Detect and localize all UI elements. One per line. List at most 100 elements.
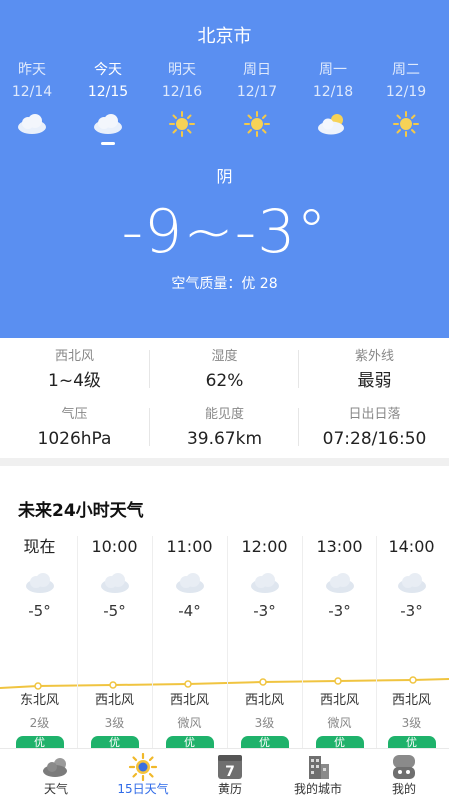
column-divider	[152, 536, 153, 750]
air-quality[interactable]: 空气质量：优 28	[0, 273, 449, 293]
hour-time: 13:00	[316, 537, 363, 556]
hour-temp: -3°	[328, 602, 351, 620]
divider	[298, 350, 299, 388]
day-name: 昨天	[18, 62, 46, 78]
tab-label: 我的城市	[293, 782, 342, 796]
tab-my-city[interactable]: 我的城市	[276, 753, 360, 800]
day-date: 12/14	[11, 84, 53, 100]
metric-sunrise-sunset: 日出日落 07:28/16:50	[300, 398, 449, 456]
day-date: 12/15	[87, 84, 129, 100]
day-tab-tuesday[interactable]: 周二 12/19	[369, 60, 443, 138]
hour-wind-level: 2级	[29, 716, 50, 730]
cloud-icon	[325, 573, 354, 593]
tab-me[interactable]: 我的	[362, 753, 446, 800]
day-name: 周一	[319, 62, 347, 78]
day-date: 12/16	[161, 84, 203, 100]
tab-label: 我的	[391, 782, 416, 796]
day-name: 今天	[94, 62, 122, 78]
hour-time: 14:00	[388, 537, 435, 556]
day-tab-today[interactable]: 今天 12/15	[71, 60, 145, 145]
column-divider	[376, 536, 377, 750]
sun-icon	[393, 111, 419, 137]
tab-weather[interactable]: 天气	[14, 753, 98, 800]
cloud-icon	[175, 573, 204, 593]
hour-wind: 西北风	[244, 693, 284, 708]
tab-15-day[interactable]: 15日天气	[101, 753, 185, 800]
day-tab-tomorrow[interactable]: 明天 12/16	[145, 60, 219, 138]
weather-header: 北京市 昨天 12/14 今天 12/15 明天 12/16 周日 12/17 …	[0, 0, 449, 338]
city-name[interactable]: 北京市	[0, 22, 449, 48]
cloud-icon	[25, 573, 54, 593]
hour-wind-level: 微风	[177, 716, 202, 730]
hour-temp: -5°	[28, 602, 51, 620]
day-date: 12/18	[312, 84, 354, 100]
section-divider	[0, 458, 449, 466]
hour-item[interactable]: 现在 -5° 东北风 2级 优	[2, 536, 77, 750]
cloud-icon	[397, 573, 426, 593]
day-name: 周二	[392, 62, 420, 78]
calendar-day: 7	[225, 764, 235, 780]
sun-icon	[128, 753, 158, 781]
tab-almanac[interactable]: 7 黄历	[188, 753, 272, 800]
hour-temp: -5°	[103, 602, 126, 620]
cloud-icon	[94, 114, 122, 134]
hour-item[interactable]: 10:00 -5° 西北风 3级 优	[77, 536, 152, 750]
hour-wind-level: 微风	[327, 716, 352, 730]
day-tab-sunday[interactable]: 周日 12/17	[220, 60, 294, 138]
hour-item[interactable]: 14:00 -3° 西北风 3级 优	[374, 536, 449, 750]
tab-label: 天气	[43, 782, 68, 796]
metric-value: 39.67km	[186, 429, 263, 449]
day-date: 12/17	[236, 84, 278, 100]
metric-label: 紫外线	[354, 349, 394, 364]
hour-wind-level: 3级	[401, 716, 422, 730]
active-indicator	[101, 142, 115, 145]
day-tab-monday[interactable]: 周一 12/18	[296, 60, 370, 138]
hour-temp: -4°	[178, 602, 201, 620]
hour-time: 12:00	[241, 537, 288, 556]
hourly-forecast[interactable]: 未来24小时天气 现在 -5° 东北风 2级 优 10:00 -5° 西北风 3…	[0, 466, 449, 750]
hour-temp: -3°	[253, 602, 276, 620]
cloud-icon	[100, 573, 129, 593]
day-date: 12/19	[385, 84, 427, 100]
calendar-icon: 7	[218, 755, 242, 780]
hour-item[interactable]: 12:00 -3° 西北风 3级 优	[227, 536, 302, 750]
temperature-range: -9~-3°	[121, 197, 328, 267]
metric-value: 1~4级	[48, 371, 101, 391]
weather-icon	[43, 758, 67, 777]
sun-icon	[169, 111, 195, 137]
divider	[298, 408, 299, 446]
profile-icon	[393, 755, 415, 779]
current-condition: 阴	[216, 167, 233, 186]
metric-uv: 紫外线 最弱	[300, 340, 449, 398]
metric-pressure: 气压 1026hPa	[0, 398, 149, 456]
cloud-icon	[250, 573, 279, 593]
hour-time: 现在	[23, 537, 56, 556]
hour-temp: -3°	[400, 602, 423, 620]
metric-value: 最弱	[357, 371, 392, 391]
column-divider	[227, 536, 228, 750]
bottom-tab-bar: 天气 15日天气 7 黄历 我的城市 我的	[0, 748, 449, 800]
metric-value: 1026hPa	[37, 429, 112, 449]
metric-visibility: 能见度 39.67km	[150, 398, 299, 456]
column-divider	[77, 536, 78, 750]
hour-wind: 西北风	[391, 693, 431, 708]
sun-icon	[244, 111, 270, 137]
hour-wind: 西北风	[319, 693, 359, 708]
metric-label: 气压	[61, 407, 88, 422]
tab-label: 黄历	[217, 782, 242, 796]
metric-label: 西北风	[54, 349, 94, 364]
metric-value: 62%	[205, 371, 244, 391]
cloud-icon	[18, 114, 46, 134]
metric-label: 能见度	[204, 407, 244, 422]
hour-wind-level: 3级	[104, 716, 125, 730]
hour-wind: 西北风	[94, 693, 134, 708]
metric-label: 湿度	[211, 349, 238, 364]
divider	[149, 408, 150, 446]
hour-wind: 东北风	[19, 693, 59, 708]
hour-time: 11:00	[166, 537, 213, 556]
day-tab-yesterday[interactable]: 昨天 12/14	[0, 60, 69, 138]
column-divider	[302, 536, 303, 750]
partly-cloudy-icon	[318, 114, 344, 135]
hour-item[interactable]: 11:00 -4° 西北风 微风 优	[152, 536, 227, 750]
hour-item[interactable]: 13:00 -3° 西北风 微风 优	[302, 536, 377, 750]
